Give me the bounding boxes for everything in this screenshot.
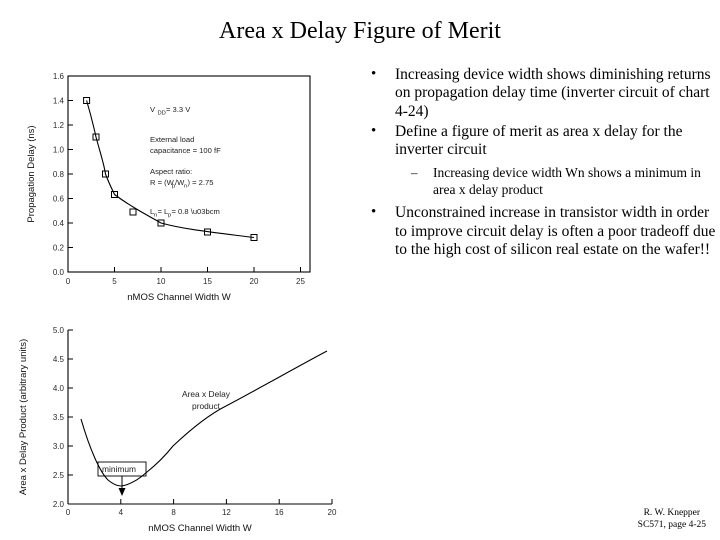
footer-reference: SC571, page 4-25: [637, 520, 706, 531]
y-axis-ticks: 2.0 2.5 3.0 3.5 4.0 4.5 5.0: [53, 326, 73, 509]
bullet-item: • Define a figure of merit as area x del…: [355, 123, 717, 160]
y-axis-label: Area x Delay Product (arbitrary units): [18, 339, 29, 495]
svg-text:16: 16: [275, 508, 284, 517]
y-axis-label: Propagation Delay (ns): [26, 125, 37, 222]
svg-text:4.0: 4.0: [53, 384, 65, 393]
svg-text:= 3.3 V: = 3.3 V: [166, 105, 191, 114]
svg-text:2.5: 2.5: [53, 471, 65, 480]
svg-text:Aspect ratio:: Aspect ratio:: [150, 167, 192, 176]
svg-text:DD: DD: [158, 111, 166, 117]
area-delay-product-chart-svg: 2.0 2.5 3.0 3.5 4.0 4.5 5.0 0 4 8 12 16 …: [18, 326, 337, 534]
footer-author: R. W. Knepper: [643, 508, 701, 519]
svg-text:0.0: 0.0: [53, 268, 65, 277]
series-annotation-line2: product: [192, 401, 221, 411]
x-axis-label: nMOS Channel Width W: [148, 523, 252, 534]
svg-text:= 0.8 \u03bcm: = 0.8 \u03bcm: [172, 207, 220, 216]
svg-text:3.0: 3.0: [53, 442, 65, 451]
svg-text:1.0: 1.0: [53, 146, 65, 155]
page-title: Area x Delay Figure of Merit: [219, 18, 501, 44]
svg-text:0.4: 0.4: [53, 219, 65, 228]
svg-text:2.0: 2.0: [53, 500, 65, 509]
svg-text:4.5: 4.5: [53, 355, 65, 364]
x-axis-ticks: 0 4 8 12 16 20: [66, 499, 337, 517]
bullet-text: Unconstrained increase in transistor wid…: [395, 204, 716, 258]
series-annotation-line1: Area x Delay: [182, 389, 231, 399]
propagation-delay-chart-svg: 0.0 0.2 0.4 0.6 0.8 1.0 1.2 1.4 1.6 0 5 …: [26, 72, 311, 303]
svg-text:0: 0: [66, 508, 71, 517]
minimum-arrow-head: [118, 488, 126, 496]
svg-text:15: 15: [203, 277, 212, 286]
svg-text:5: 5: [112, 277, 117, 286]
svg-text:0: 0: [66, 277, 71, 286]
svg-text:25: 25: [296, 277, 305, 286]
bullet-list: • Increasing device width shows diminish…: [355, 66, 717, 261]
svg-text:20: 20: [328, 508, 337, 517]
svg-text:1.4: 1.4: [53, 97, 65, 106]
bullet-item: • Unconstrained increase in transistor w…: [355, 204, 717, 259]
minimum-callout-label: minimum: [102, 464, 136, 474]
svg-text:capacitance = 100 fF: capacitance = 100 fF: [150, 146, 221, 155]
bullet-marker: •: [371, 66, 377, 82]
svg-text:) = 2.75: ) = 2.75: [188, 178, 214, 187]
bullet-marker: •: [371, 122, 377, 139]
bullet-text: Increasing device width shows diminishin…: [395, 66, 711, 120]
x-axis-label: nMOS Channel Width W: [127, 292, 231, 303]
bullet-item: • Increasing device width shows diminish…: [355, 66, 717, 121]
sub-bullet-marker: –: [411, 165, 418, 181]
svg-text:4: 4: [119, 508, 124, 517]
svg-text:8: 8: [171, 508, 176, 517]
svg-text:20: 20: [250, 277, 259, 286]
area-delay-product-chart: 2.0 2.5 3.0 3.5 4.0 4.5 5.0 0 4 8 12 16 …: [10, 322, 350, 537]
sub-bullet-item: – Increasing device width Wn shows a min…: [355, 165, 717, 198]
bullet-marker: •: [371, 204, 377, 221]
svg-text:R = (W: R = (W: [150, 178, 175, 187]
svg-text:5.0: 5.0: [53, 326, 65, 335]
svg-text:10: 10: [157, 277, 166, 286]
svg-text:= L: = L: [158, 207, 169, 216]
propagation-delay-chart: 0.0 0.2 0.4 0.6 0.8 1.0 1.2 1.4 1.6 0 5 …: [20, 64, 338, 304]
sub-bullet-text: Increasing device width Wn shows a minim…: [433, 165, 701, 197]
svg-text:12: 12: [222, 508, 231, 517]
bullet-text: Define a figure of merit as area x delay…: [395, 122, 683, 159]
svg-text:3.5: 3.5: [53, 413, 65, 422]
slide-footer: R. W. Knepper SC571, page 4-25: [638, 508, 706, 532]
slide: Area x Delay Figure of Merit 0.0 0.2 0.4…: [0, 0, 720, 540]
svg-text:0.2: 0.2: [53, 244, 65, 253]
svg-text:0.8: 0.8: [53, 170, 65, 179]
svg-text:External load: External load: [150, 135, 194, 144]
svg-text:0.6: 0.6: [53, 195, 65, 204]
svg-text:1.6: 1.6: [53, 72, 65, 81]
svg-text:1.2: 1.2: [53, 121, 65, 130]
